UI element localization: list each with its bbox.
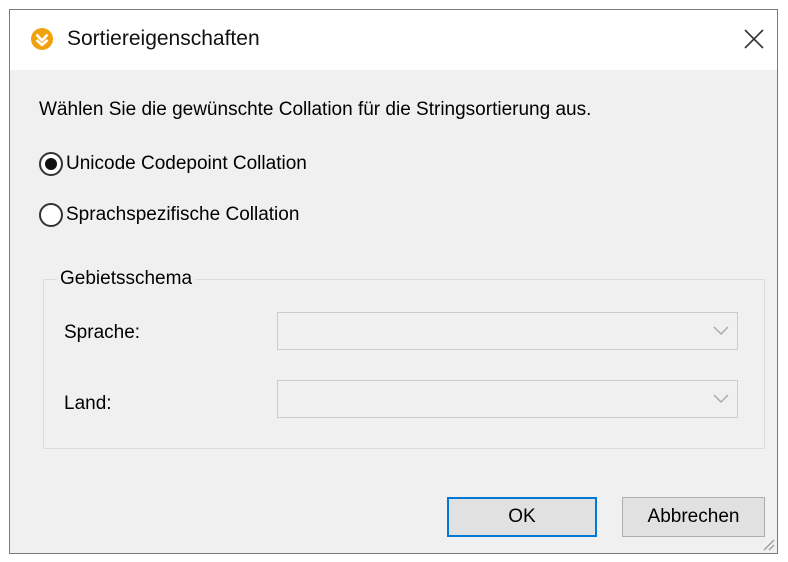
language-label: Sprache:: [64, 322, 141, 343]
close-icon: [744, 29, 764, 49]
radio-label-unicode[interactable]: Unicode Codepoint Collation: [66, 153, 307, 175]
sort-properties-dialog: Sortiereigenschaften Wählen Sie die gewü…: [9, 9, 778, 554]
radio-label-language-specific[interactable]: Sprachspezifische Collation: [66, 204, 299, 226]
close-button[interactable]: [731, 10, 777, 70]
country-label: Land:: [64, 393, 112, 414]
locale-groupbox: [43, 279, 765, 449]
resize-grip-icon[interactable]: [761, 537, 775, 551]
radio-button-unselected[interactable]: [39, 203, 63, 227]
altova-mapforce-icon: [31, 28, 53, 50]
instruction-text: Wählen Sie die gewünschte Collation für …: [39, 99, 592, 120]
radio-selected-dot: [45, 158, 57, 170]
radio-button-selected[interactable]: [39, 152, 63, 176]
radio-language-specific-collation[interactable]: Sprachspezifische Collation: [39, 202, 299, 228]
chevron-down-icon: [713, 326, 729, 335]
locale-group-legend: Gebietsschema: [57, 268, 196, 290]
country-dropdown[interactable]: [277, 380, 738, 418]
language-dropdown[interactable]: [277, 312, 738, 350]
ok-button[interactable]: OK: [447, 497, 597, 537]
dialog-title: Sortiereigenschaften: [67, 27, 260, 50]
cancel-button[interactable]: Abbrechen: [622, 497, 765, 537]
title-bar[interactable]: Sortiereigenschaften: [10, 10, 777, 70]
chevron-down-icon: [713, 394, 729, 403]
radio-unicode-codepoint-collation[interactable]: Unicode Codepoint Collation: [39, 151, 307, 177]
